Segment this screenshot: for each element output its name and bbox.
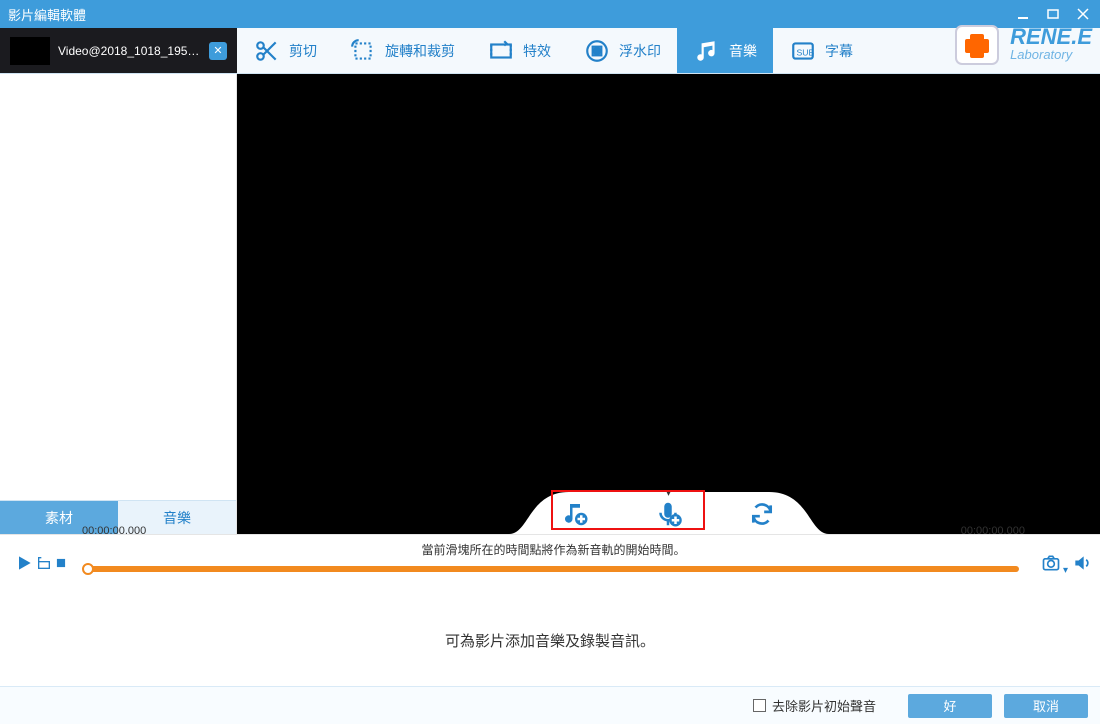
panel-hint: 當前滑塊所在的時間點將作為新音軌的開始時間。 (82, 541, 1025, 558)
info-message: 可為影片添加音樂及錄製音訊。 (445, 630, 655, 651)
stop-button[interactable] (54, 556, 68, 575)
checkbox-icon[interactable] (753, 699, 766, 712)
refresh-button[interactable] (745, 497, 779, 531)
tool-label: 旋轉和裁剪 (385, 41, 455, 61)
music-icon (693, 37, 721, 65)
tool-label: 音樂 (729, 41, 757, 61)
audio-panel: ▾ (509, 484, 829, 534)
timeline-track[interactable] (88, 566, 1019, 572)
video-thumbnail (10, 37, 50, 65)
brand-sub: Laboratory (1010, 48, 1092, 61)
tool-effects[interactable]: 特效 (471, 28, 567, 73)
checkbox-label: 去除影片初始聲音 (772, 696, 876, 715)
snapshot-button[interactable]: ▾ (1039, 553, 1068, 578)
watermark-icon (583, 37, 611, 65)
tool-subtitle[interactable]: SUB 字幕 (773, 28, 869, 73)
timeline: 當前滑塊所在的時間點將作為新音軌的開始時間。 00:00:00.000 00:0… (82, 539, 1025, 572)
subtitle-icon: SUB (789, 37, 817, 65)
play-button[interactable] (14, 553, 34, 578)
title-bar: 影片編輯軟體 (0, 0, 1100, 28)
time-start: 00:00:00.000 (82, 525, 162, 537)
tool-music[interactable]: 音樂 (677, 28, 773, 73)
highlight-annotation (551, 490, 705, 530)
timeline-knob[interactable] (82, 563, 94, 575)
volume-button[interactable] (1072, 553, 1092, 578)
step-button[interactable] (36, 555, 52, 576)
tool-cut[interactable]: 剪切 (237, 28, 333, 73)
main-toolbar: Video@2018_1018_1956... ✕ 剪切 旋轉和裁剪 特效 浮水… (0, 28, 1100, 74)
tool-rotate[interactable]: 旋轉和裁剪 (333, 28, 471, 73)
tool-label: 特效 (523, 41, 551, 61)
effects-icon (487, 37, 515, 65)
footer-bar: 去除影片初始聲音 好 取消 (0, 686, 1100, 724)
workspace: 素材 音樂 ▾ (0, 74, 1100, 534)
file-tab[interactable]: Video@2018_1018_1956... ✕ (0, 28, 237, 73)
brand-logo: RENE.ELaboratory (942, 16, 1100, 70)
tool-label: 浮水印 (619, 41, 661, 61)
playback-controls: 當前滑塊所在的時間點將作為新音軌的開始時間。 00:00:00.000 00:0… (0, 534, 1100, 594)
sidebar: 素材 音樂 (0, 74, 237, 534)
ok-button[interactable]: 好 (908, 694, 992, 718)
tool-label: 字幕 (825, 41, 853, 61)
brand-name: RENE.E (1010, 24, 1092, 49)
tool-watermark[interactable]: 浮水印 (567, 28, 677, 73)
video-preview: ▾ (237, 74, 1100, 534)
tool-label: 剪切 (289, 41, 317, 61)
file-tab-label: Video@2018_1018_1956... (58, 44, 201, 58)
svg-text:SUB: SUB (797, 47, 815, 57)
close-file-icon[interactable]: ✕ (209, 42, 227, 60)
time-end: 00:00:00.000 (945, 525, 1025, 537)
window-title: 影片編輯軟體 (8, 5, 86, 24)
message-area: 可為影片添加音樂及錄製音訊。 (0, 594, 1100, 686)
crop-rotate-icon (349, 37, 377, 65)
scissors-icon (253, 37, 281, 65)
first-aid-icon (950, 16, 1004, 70)
remove-original-audio-checkbox[interactable]: 去除影片初始聲音 (753, 696, 876, 715)
cancel-button[interactable]: 取消 (1004, 694, 1088, 718)
